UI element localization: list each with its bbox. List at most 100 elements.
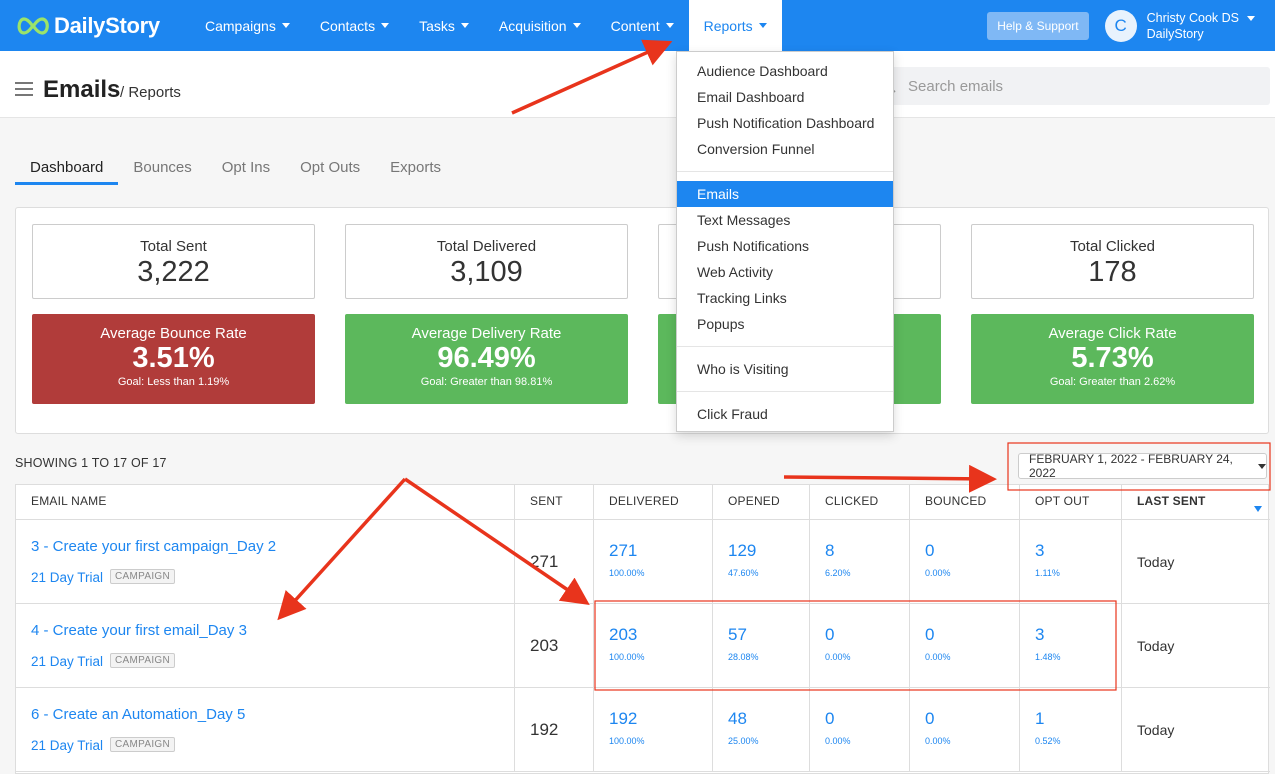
bounced-value[interactable]: 0: [925, 625, 934, 645]
cell-sent: 192: [515, 688, 594, 772]
search-input[interactable]: Search emails: [868, 67, 1270, 105]
bounced-pct: 0.00%: [925, 736, 951, 746]
col-delivered[interactable]: DELIVERED: [594, 485, 713, 520]
col-bounced[interactable]: BOUNCED: [910, 485, 1020, 520]
report-tabs: Dashboard Bounces Opt Ins Opt Outs Expor…: [15, 150, 456, 185]
help-support-button[interactable]: Help & Support: [987, 11, 1089, 40]
hamburger-menu-icon[interactable]: [15, 82, 33, 100]
campaign-link[interactable]: 21 Day Trial: [31, 570, 103, 585]
nav-contacts[interactable]: Contacts: [305, 0, 404, 51]
opened-value[interactable]: 57: [728, 625, 747, 645]
menu-item-conversion-funnel[interactable]: Conversion Funnel: [677, 136, 893, 162]
optout-value[interactable]: 3: [1035, 541, 1044, 561]
stat-label: Total Delivered: [436, 238, 537, 255]
user-name: Christy Cook DS: [1146, 10, 1239, 25]
opened-value[interactable]: 129: [728, 541, 756, 561]
caret-down-icon[interactable]: [1247, 16, 1255, 21]
optout-value[interactable]: 3: [1035, 625, 1044, 645]
date-range-picker[interactable]: FEBRUARY 1, 2022 - FEBRUARY 24, 2022: [1018, 452, 1267, 480]
last-sent-value: Today: [1137, 638, 1175, 654]
menu-item-who-is-visiting[interactable]: Who is Visiting: [677, 356, 893, 382]
cell-clicked: 0 0.00%: [810, 604, 910, 688]
col-last-sent[interactable]: LAST SENT: [1122, 485, 1270, 520]
user-menu[interactable]: Christy Cook DS DailyStory: [1147, 10, 1239, 42]
delivered-value[interactable]: 271: [609, 541, 637, 561]
tab-opt-ins[interactable]: Opt Ins: [207, 150, 285, 185]
cell-opt-out: 3 1.48%: [1020, 604, 1122, 688]
clicked-pct: 0.00%: [825, 736, 851, 746]
nav-reports[interactable]: Reports: [688, 0, 782, 51]
menu-item-push-notifications[interactable]: Push Notifications: [677, 233, 893, 259]
col-sent[interactable]: SENT: [515, 485, 594, 520]
menu-item-push-dashboard[interactable]: Push Notification Dashboard: [677, 110, 893, 136]
menu-divider: [677, 171, 893, 172]
rate-label: Average Bounce Rate: [100, 325, 247, 342]
clicked-value[interactable]: 0: [825, 709, 834, 729]
menu-item-tracking-links[interactable]: Tracking Links: [677, 285, 893, 311]
clicked-value[interactable]: 0: [825, 625, 834, 645]
nav-label: Contacts: [319, 17, 376, 34]
nav-campaigns[interactable]: Campaigns: [190, 0, 305, 51]
cell-opt-out: 1 0.52%: [1020, 688, 1122, 772]
menu-item-audience-dashboard[interactable]: Audience Dashboard: [677, 58, 893, 84]
search-placeholder: Search emails: [908, 77, 1004, 95]
stat-total-clicked: Total Clicked 178: [971, 224, 1254, 299]
stat-label: Total Clicked: [1069, 238, 1156, 255]
email-link[interactable]: 6 - Create an Automation_Day 5: [31, 706, 245, 723]
nav-tasks[interactable]: Tasks: [404, 0, 484, 51]
optout-pct: 1.48%: [1035, 652, 1061, 662]
menu-divider: [677, 346, 893, 347]
clicked-pct: 6.20%: [825, 568, 851, 578]
nav-content[interactable]: Content: [596, 0, 689, 51]
campaign-link[interactable]: 21 Day Trial: [31, 654, 103, 669]
clicked-value[interactable]: 8: [825, 541, 834, 561]
col-clicked[interactable]: CLICKED: [810, 485, 910, 520]
table-row: 3 - Create your first campaign_Day 2 21 …: [16, 520, 1270, 604]
delivered-pct: 100.00%: [609, 568, 645, 578]
tab-exports[interactable]: Exports: [375, 150, 456, 185]
opened-pct: 47.60%: [728, 568, 759, 578]
menu-item-emails[interactable]: Emails: [677, 181, 893, 207]
optout-pct: 1.11%: [1035, 568, 1060, 578]
delivered-value[interactable]: 192: [609, 709, 637, 729]
menu-item-text-messages[interactable]: Text Messages: [677, 207, 893, 233]
caret-down-icon: [281, 23, 290, 28]
email-link[interactable]: 3 - Create your first campaign_Day 2: [31, 538, 276, 555]
cell-delivered: 271 100.00%: [594, 520, 713, 604]
avatar[interactable]: C: [1104, 9, 1137, 42]
rate-bounce: Average Bounce Rate 3.51% Goal: Less tha…: [32, 314, 315, 404]
brand[interactable]: DailyStory: [14, 13, 190, 39]
menu-item-click-fraud[interactable]: Click Fraud: [677, 401, 893, 427]
sent-value: 203: [530, 636, 559, 655]
stat-label: Total Sent: [140, 238, 207, 255]
col-opt-out[interactable]: OPT OUT: [1020, 485, 1122, 520]
tab-bounces[interactable]: Bounces: [118, 150, 206, 185]
opened-value[interactable]: 48: [728, 709, 747, 729]
showing-count: SHOWING 1 TO 17 OF 17: [15, 456, 167, 470]
email-link[interactable]: 4 - Create your first email_Day 3: [31, 622, 247, 639]
reports-dropdown-menu: Audience Dashboard Email Dashboard Push …: [676, 51, 894, 432]
sort-desc-icon[interactable]: [1254, 506, 1262, 512]
infinity-logo-icon: [17, 16, 49, 35]
tab-dashboard[interactable]: Dashboard: [15, 150, 119, 185]
nav-label: Acquisition: [498, 17, 567, 34]
menu-item-email-dashboard[interactable]: Email Dashboard: [677, 84, 893, 110]
menu-item-popups[interactable]: Popups: [677, 311, 893, 337]
delivered-pct: 100.00%: [609, 736, 645, 746]
bounced-value[interactable]: 0: [925, 541, 934, 561]
menu-item-web-activity[interactable]: Web Activity: [677, 259, 893, 285]
caret-down-icon: [572, 23, 581, 28]
optout-value[interactable]: 1: [1035, 709, 1044, 729]
campaign-link[interactable]: 21 Day Trial: [31, 738, 103, 753]
cell-last-sent: Today: [1122, 688, 1270, 772]
col-opened[interactable]: OPENED: [713, 485, 810, 520]
rate-goal: Goal: Less than 1.19%: [117, 376, 230, 388]
delivered-value[interactable]: 203: [609, 625, 637, 645]
tab-opt-outs[interactable]: Opt Outs: [285, 150, 375, 185]
table-header: EMAIL NAME SENT DELIVERED OPENED CLICKED…: [16, 485, 1270, 520]
col-email-name[interactable]: EMAIL NAME: [16, 485, 515, 520]
bounced-value[interactable]: 0: [925, 709, 934, 729]
cell-email-name: 3 - Create your first campaign_Day 2 21 …: [16, 520, 515, 604]
bounced-pct: 0.00%: [925, 652, 951, 662]
nav-acquisition[interactable]: Acquisition: [484, 0, 596, 51]
